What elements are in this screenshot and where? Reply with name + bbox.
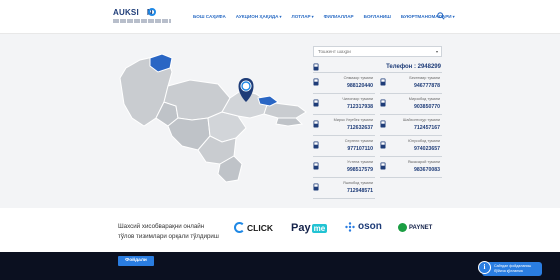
district-name: Мирзобод тумани — [408, 97, 440, 101]
footer — [0, 252, 560, 280]
oson-logo[interactable]: oson — [345, 221, 382, 232]
payment-strip — [0, 208, 560, 252]
chevron-down-icon: ▾ — [311, 14, 314, 19]
district-number: 712632637 — [347, 125, 373, 131]
district-item[interactable]: Яшнобод тумани 712948571 — [313, 180, 375, 199]
payment-text: Шахсий хисобварақни онлайн тўлов тизимла… — [118, 222, 238, 242]
guide-text: Сайтдан фойдаланиш бўйича қўлланма — [494, 264, 531, 273]
chevron-down-icon: ▾ — [452, 14, 455, 19]
district-number: 983670083 — [414, 167, 440, 173]
phone-icon — [313, 120, 319, 128]
nav-link-4[interactable]: БОҒЛАНИШ — [364, 14, 391, 19]
district-number: 988120440 — [347, 83, 373, 89]
logo-subtitle — [113, 19, 171, 23]
phone-icon — [313, 63, 319, 71]
useful-button[interactable]: Фойдали — [118, 256, 154, 266]
phone-row: Телефон : 2948299 — [313, 63, 442, 73]
district-number: 946777878 — [414, 83, 440, 89]
district-name: Мирзо Улуғбек тумани — [333, 118, 373, 122]
district-name: Сергели тумани — [344, 139, 373, 143]
logo-emblem-icon — [148, 8, 156, 16]
phone-icon — [380, 162, 386, 170]
district-name: Бектемир тумани — [409, 76, 440, 80]
search-icon[interactable] — [437, 12, 445, 20]
region-select[interactable]: Тошкент шаҳри ▾ — [313, 46, 442, 57]
phone-icon — [313, 141, 319, 149]
district-name: Учтепа тумани — [347, 160, 373, 164]
click-logo[interactable]: CLICK — [234, 222, 273, 233]
district-number: 712317938 — [347, 104, 373, 110]
guide-text-line2: бўйича қўлланма — [494, 268, 523, 273]
phone-icon — [313, 78, 319, 86]
main-nav: БОШ САҲИФА АУКЦИОН ҲАҚИДА ▾ ЛОТЛАР ▾ ФИЛИАЛЛА… — [193, 14, 465, 19]
district-item[interactable]: Яккасарой тумани 983670083 — [380, 159, 442, 178]
nav-link-1[interactable]: АУКЦИОН ҲАҚИДА ▾ — [236, 14, 282, 19]
district-item[interactable]: Учтепа тумани 998517579 — [313, 159, 375, 178]
top-navbar: AUKSI N БОШ САҲИФА АУКЦИОН ҲАҚИДА ▾ ЛОТЛАР ▾ Ф… — [0, 0, 560, 34]
nav-link-0[interactable]: БОШ САҲИФА — [193, 14, 226, 19]
district-item[interactable]: Олмазор тумани 988120440 — [313, 75, 375, 94]
district-item[interactable]: Юнусобод тумани 974023657 — [380, 138, 442, 157]
district-number: 977107110 — [347, 146, 373, 152]
nav-link-label: ФИЛИАЛЛАР — [323, 14, 354, 19]
district-item[interactable]: Бектемир тумани 946777878 — [380, 75, 442, 94]
district-item[interactable]: Сергели тумани 977107110 — [313, 138, 375, 157]
map-region-andijan[interactable] — [275, 117, 304, 127]
nav-link-label: БОШ САҲИФА — [193, 14, 226, 19]
district-number: 712948571 — [347, 188, 373, 194]
phone-icon — [380, 120, 386, 128]
chevron-down-icon: ▾ — [279, 14, 282, 19]
region-select-value: Тошкент шаҳри — [318, 49, 351, 54]
chevron-down-icon: ▾ — [435, 49, 438, 54]
district-number: 974023657 — [414, 146, 440, 152]
site-logo[interactable]: AUKSI N — [113, 8, 173, 28]
nav-link-label: БОҒЛАНИШ — [363, 14, 391, 19]
info-icon: i — [478, 261, 491, 274]
nav-link-3[interactable]: ФИЛИАЛЛАР — [324, 14, 354, 19]
guide-button[interactable]: i Сайтдан фойдаланиш бўйича қўлланма — [478, 261, 542, 276]
district-item[interactable]: Шайхонтоҳур тумани 712457167 — [380, 117, 442, 136]
oson-label: oson — [358, 221, 382, 232]
click-label: CLICK — [247, 222, 273, 233]
district-number: 903850770 — [414, 104, 440, 110]
nav-link-label: ЛОТЛАР — [291, 14, 311, 19]
district-number: 998517579 — [347, 167, 373, 173]
phone-icon — [380, 99, 386, 107]
guide-text-line1: Сайтдан фойдаланиш — [494, 264, 532, 268]
uzbekistan-map — [119, 53, 307, 183]
phone-icon — [313, 183, 319, 191]
district-name: Яшнобод тумани — [342, 181, 373, 185]
nav-link-label: АУКЦИОН ҲАҚИДА — [235, 14, 279, 19]
payment-text-line2: тўлов тизимлари орқали тўлдириш — [118, 233, 219, 240]
district-item[interactable]: Мирзо Улуғбек тумани 712632637 — [313, 117, 375, 136]
district-name: Чилонзор тумани — [342, 97, 373, 101]
payme-label-b: me — [311, 223, 328, 233]
click-ring-icon — [234, 222, 245, 233]
district-item[interactable]: Чилонзор тумани 712317938 — [313, 96, 375, 115]
nav-link-5[interactable]: БУЮРТМАНОМАЛАРИ ▾ — [401, 14, 455, 19]
logo-text: AUKSI N — [113, 8, 153, 17]
district-name: Яккасарой тумани — [407, 160, 440, 164]
paynet-dot-icon — [398, 223, 407, 232]
payme-logo[interactable]: Pay me — [291, 222, 328, 234]
district-item[interactable]: Мирзобод тумани 903850770 — [380, 96, 442, 115]
paynet-logo[interactable]: PAYNET — [398, 223, 432, 232]
district-name: Юнусобод тумани — [408, 139, 440, 143]
phone-icon — [380, 78, 386, 86]
district-number: 712457167 — [414, 125, 440, 131]
nav-link-2[interactable]: ЛОТЛАР ▾ — [292, 14, 314, 19]
phone-icon — [313, 99, 319, 107]
phone-icon — [380, 141, 386, 149]
phone-label: Телефон : 2948299 — [386, 64, 441, 70]
oson-dots-icon — [345, 221, 355, 232]
payme-label-a: Pay — [291, 222, 311, 234]
district-name: Олмазор тумани — [343, 76, 373, 80]
district-name: Шайхонтоҳур тумани — [402, 118, 440, 122]
payment-text-line1: Шахсий хисобварақни онлайн — [118, 223, 205, 230]
phone-icon — [313, 162, 319, 170]
paynet-label: PAYNET — [409, 224, 433, 231]
